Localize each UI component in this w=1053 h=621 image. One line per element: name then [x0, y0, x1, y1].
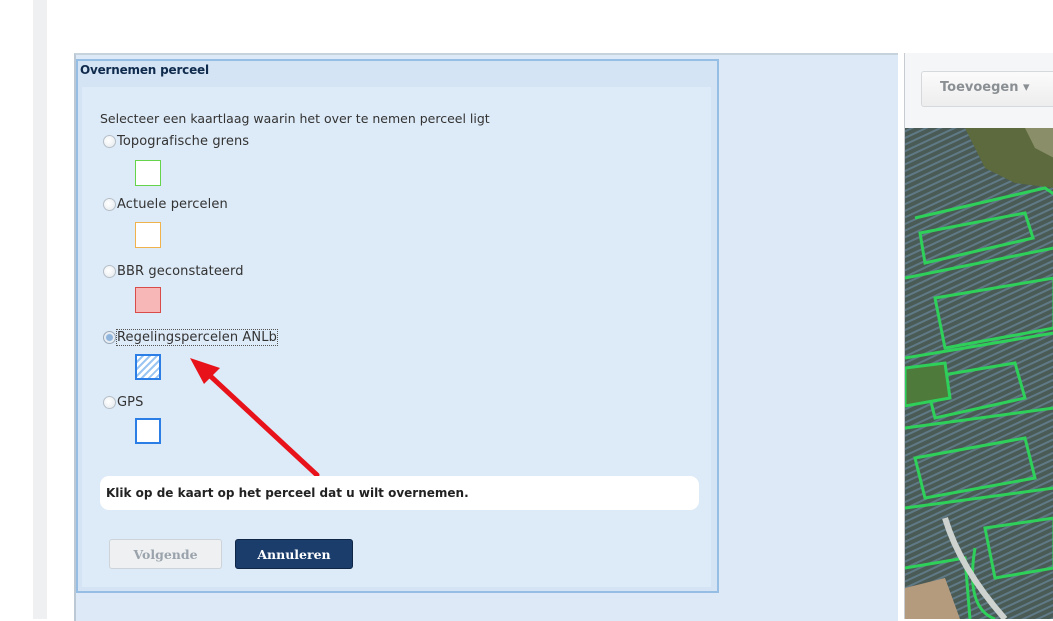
hint-box: Klik op de kaart op het perceel dat u wi…: [100, 476, 699, 510]
map-frame: Toevoegen ▾: [904, 53, 1053, 619]
next-button[interactable]: Volgende: [109, 539, 222, 569]
annotation-arrow: [190, 358, 320, 478]
hint-text: Klik op de kaart op het perceel dat u wi…: [106, 486, 469, 500]
map-toolbar: Toevoegen ▾: [905, 53, 1053, 128]
aerial-map[interactable]: [905, 128, 1053, 619]
cancel-button[interactable]: Annuleren: [235, 539, 353, 569]
add-dropdown-button[interactable]: Toevoegen ▾: [921, 71, 1053, 107]
